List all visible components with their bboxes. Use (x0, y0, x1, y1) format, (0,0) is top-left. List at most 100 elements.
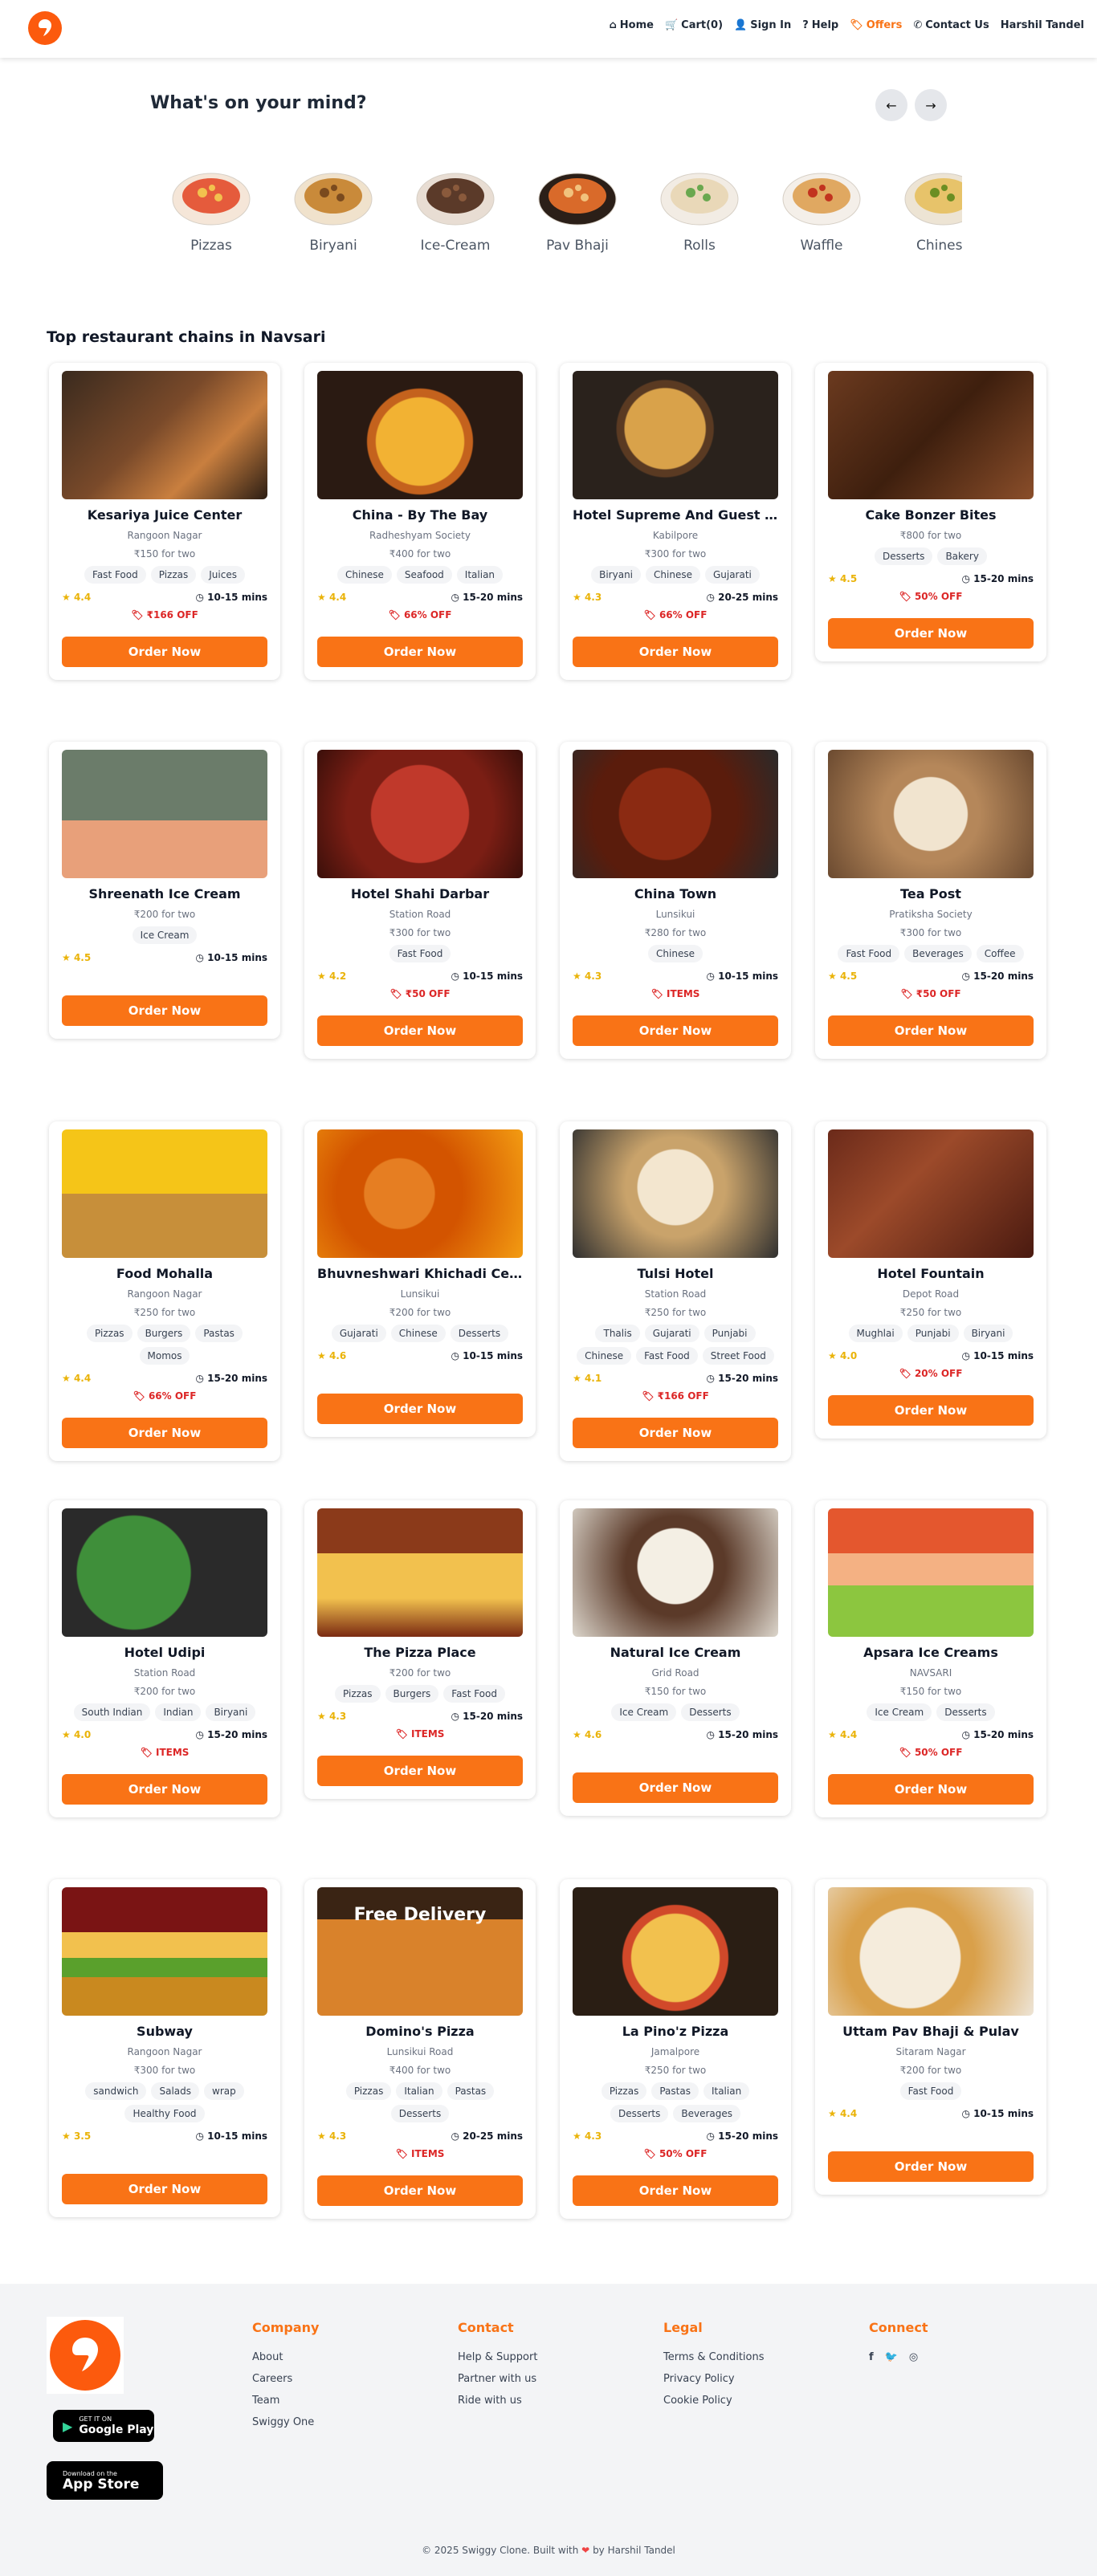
category-label: Waffle (800, 238, 843, 254)
category-item[interactable]: Rolls (655, 161, 744, 254)
order-now-button[interactable]: Order Now (573, 2175, 778, 2206)
delivery-time: ◷ 10-15 mins (451, 1350, 523, 1361)
nav-signin[interactable]: 👤 Sign In (734, 19, 791, 31)
footer-link[interactable]: Partner with us (458, 2373, 537, 2385)
restaurant-card[interactable]: Apsara Ice Creams NAVSARI ₹150 for two Ice … (815, 1500, 1046, 1817)
price-for-two: ₹400 for two (389, 2065, 451, 2076)
tag-icon: 🏷 (643, 609, 656, 621)
restaurant-image (62, 1508, 267, 1637)
footer-link[interactable]: About (252, 2351, 319, 2363)
rating: ★ 3.5 (62, 2130, 92, 2142)
order-now-button[interactable]: Order Now (573, 1772, 778, 1803)
restaurant-card[interactable]: Tea Post Pratiksha Society ₹300 for two Fas… (815, 742, 1046, 1059)
tag-icon: 🏷 (850, 19, 863, 31)
help-icon: ? (802, 19, 809, 31)
star-icon: ★ (62, 952, 71, 963)
restaurant-card[interactable]: Free Delivery Domino's Pizza Lunsikui Road… (304, 1879, 536, 2219)
restaurant-card[interactable]: Shreenath Ice Cream ₹200 for two Ice Cream… (49, 742, 280, 1039)
restaurant-card[interactable]: Kesariya Juice Center Rangoon Nagar ₹150 f… (49, 363, 280, 680)
instagram-icon[interactable]: ◎ (909, 2351, 918, 2363)
clock-icon: ◷ (961, 971, 970, 982)
clock-icon: ◷ (706, 2130, 715, 2142)
cuisine-tag: Desserts (450, 1325, 509, 1342)
nav-help[interactable]: ? Help (802, 19, 838, 31)
order-now-button[interactable]: Order Now (62, 1774, 267, 1805)
nav-user-name[interactable]: Harshil Tandel (1001, 19, 1084, 31)
swiggy-logo[interactable] (28, 11, 62, 45)
restaurant-card[interactable]: Hotel Udipi Station Road ₹200 for two South… (49, 1500, 280, 1817)
order-now-button[interactable]: Order Now (62, 995, 267, 1026)
footer-link[interactable]: Cookie Policy (663, 2395, 765, 2407)
cuisine-tag: Beverages (904, 945, 972, 962)
footer-link[interactable]: Privacy Policy (663, 2373, 765, 2385)
twitter-icon[interactable]: 🐦 (885, 2351, 898, 2363)
order-now-button[interactable]: Order Now (573, 637, 778, 667)
restaurant-card[interactable]: La Pino'z Pizza Jamalpore ₹250 for two Pizz… (560, 1879, 791, 2219)
nav-cart[interactable]: 🛒 Cart(0) (665, 19, 723, 31)
category-item[interactable]: Waffle (777, 161, 866, 254)
cuisine-tags: Chinese (573, 945, 778, 962)
price-for-two: ₹250 for two (644, 2065, 707, 2076)
footer-link[interactable]: Careers (252, 2373, 319, 2385)
carousel-prev-button[interactable]: ← (875, 89, 907, 121)
footer-link[interactable]: Team (252, 2395, 319, 2407)
order-now-button[interactable]: Order Now (317, 1756, 523, 1786)
restaurant-card[interactable]: Subway Rangoon Nagar ₹300 for two sandwich S… (49, 1879, 280, 2217)
tag-icon: 🏷 (388, 609, 401, 621)
order-now-button[interactable]: Order Now (828, 1015, 1034, 1046)
category-item[interactable]: Pav Bhaji (533, 161, 622, 254)
order-now-button[interactable]: Order Now (317, 2175, 523, 2206)
category-item[interactable]: Ice-Cream (411, 161, 500, 254)
category-item[interactable]: Pizzas (167, 161, 255, 254)
restaurant-card[interactable]: Hotel Fountain Depot Road ₹250 for two Mugh… (815, 1121, 1046, 1439)
category-item[interactable]: Biryani (289, 161, 377, 254)
star-icon: ★ (62, 2130, 71, 2142)
nav-home[interactable]: ⌂ Home (609, 19, 654, 31)
footer-link[interactable]: Ride with us (458, 2395, 537, 2407)
footer-link[interactable]: Swiggy One (252, 2416, 319, 2428)
delivery-time: ◷ 15-20 mins (961, 1729, 1034, 1740)
order-now-button[interactable]: Order Now (317, 1015, 523, 1046)
restaurant-card[interactable]: Food Mohalla Rangoon Nagar ₹250 for two Piz… (49, 1121, 280, 1461)
restaurant-card[interactable]: Bhuvneshwari Khichadi Center Lunsikui ₹200… (304, 1121, 536, 1437)
restaurant-name: Hotel Shahi Darbar (350, 886, 490, 901)
order-now-button[interactable]: Order Now (62, 1418, 267, 1448)
order-now-button[interactable]: Order Now (828, 1395, 1034, 1426)
order-now-button[interactable]: Order Now (828, 2151, 1034, 2182)
order-now-button[interactable]: Order Now (317, 637, 523, 667)
cuisine-tag: Pizzas (335, 1685, 381, 1703)
restaurant-card[interactable]: Cake Bonzer Bites ₹800 for two Desserts Bak… (815, 363, 1046, 661)
category-item[interactable]: Chinese (899, 161, 962, 254)
restaurant-card[interactable]: China Town Lunsikui ₹280 for two Chinese ★ 4… (560, 742, 791, 1059)
restaurant-card[interactable]: Uttam Pav Bhaji & Pulav Sitaram Nagar ₹200… (815, 1879, 1046, 2195)
delivery-time: ◷ 10-15 mins (961, 1350, 1034, 1361)
order-now-button[interactable]: Order Now (573, 1015, 778, 1046)
order-now-button[interactable]: Order Now (573, 1418, 778, 1448)
nav-offers[interactable]: 🏷 Offers (850, 19, 902, 31)
restaurant-card[interactable]: Hotel Supreme And Guest House Kabilpore ₹3… (560, 363, 791, 680)
cuisine-tag: Fast Food (899, 2082, 962, 2100)
order-now-button[interactable]: Order Now (828, 618, 1034, 649)
order-now-button[interactable]: Order Now (317, 1394, 523, 1424)
restaurant-card[interactable]: The Pizza Place ₹200 for two Pizzas Burgers… (304, 1500, 536, 1799)
restaurant-location: Kabilpore (652, 530, 699, 541)
order-now-button[interactable]: Order Now (62, 637, 267, 667)
google-play-button[interactable]: ▶ GET IT ON Google Play (53, 2410, 154, 2442)
restaurant-image (317, 1129, 523, 1258)
restaurant-card[interactable]: Tulsi Hotel Station Road ₹250 for two Thali… (560, 1121, 791, 1461)
restaurant-image (828, 1508, 1034, 1637)
restaurant-card[interactable]: China - By The Bay Radheshyam Society ₹400… (304, 363, 536, 680)
nav-contact[interactable]: ✆ Contact Us (913, 19, 989, 31)
order-now-button[interactable]: Order Now (62, 2174, 267, 2204)
footer-logo[interactable] (47, 2317, 124, 2394)
order-now-button[interactable]: Order Now (828, 1774, 1034, 1805)
restaurant-card[interactable]: Hotel Shahi Darbar Station Road ₹300 for t… (304, 742, 536, 1059)
facebook-icon[interactable]: f (869, 2351, 874, 2363)
app-store-button[interactable]: Download on the App Store (47, 2461, 163, 2500)
carousel-next-button[interactable]: → (915, 89, 947, 121)
footer-link[interactable]: Help & Support (458, 2351, 537, 2363)
footer-link[interactable]: Terms & Conditions (663, 2351, 765, 2363)
restaurant-card[interactable]: Natural Ice Cream Grid Road ₹150 for two Ic… (560, 1500, 791, 1816)
category-carousel: Pizzas Biryani Ice-Cream Pav Bhaji Rolls… (161, 161, 962, 265)
category-image (659, 161, 740, 230)
